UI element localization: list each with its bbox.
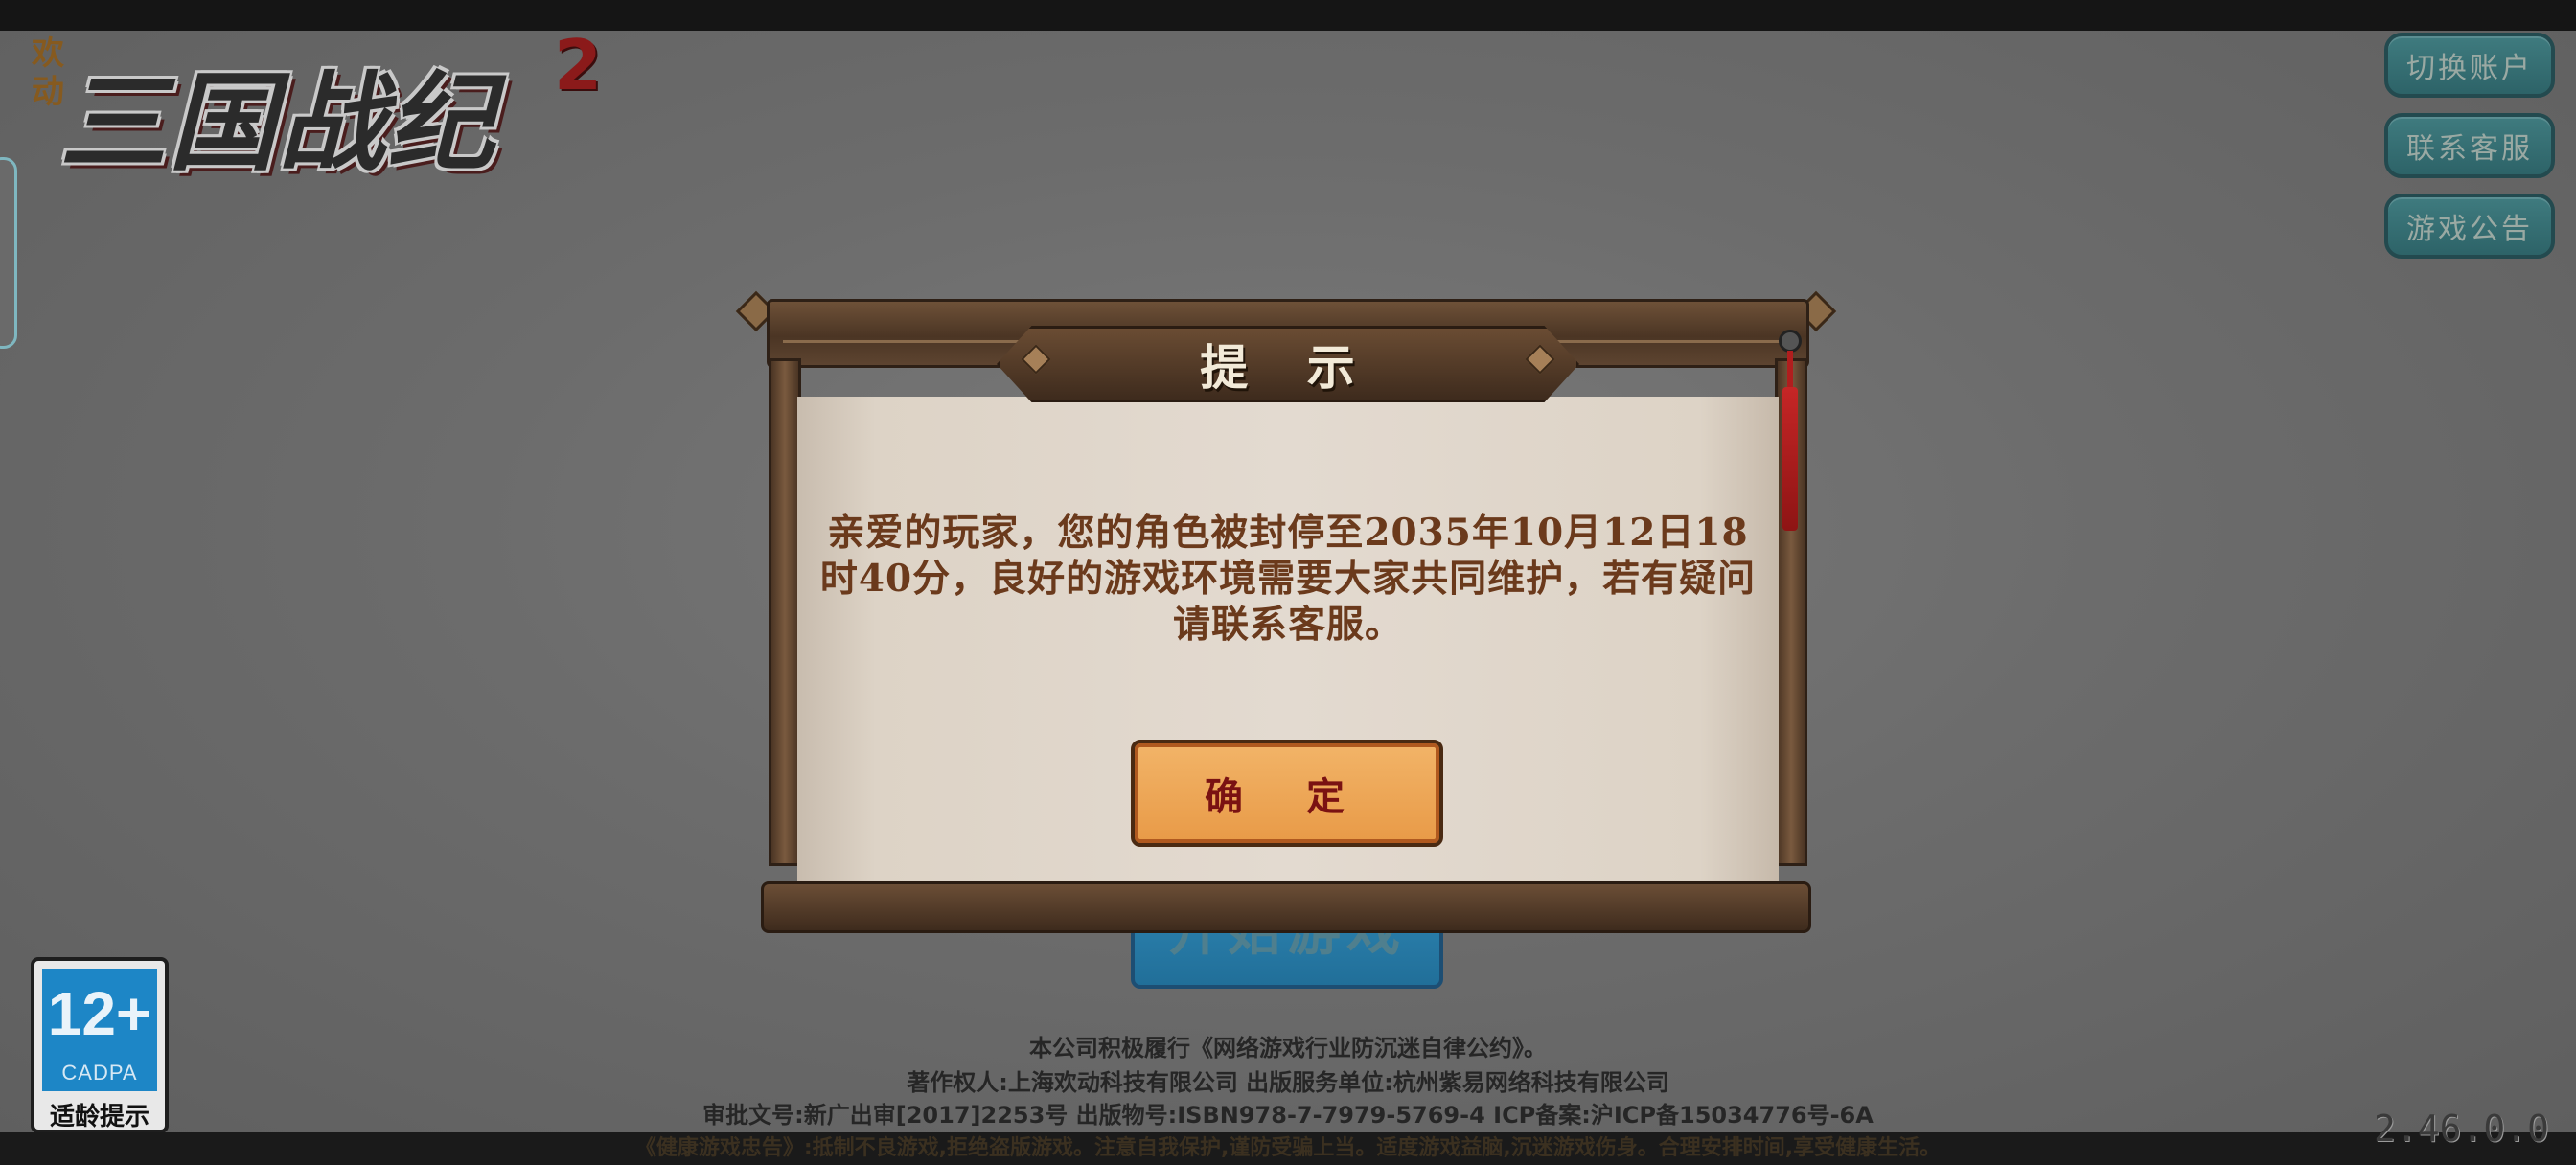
- confirm-button[interactable]: 确 定: [1131, 740, 1443, 847]
- footer-license-line: 审批文号:新广出审[2017]2253号 出版物号:ISBN978-7-7979…: [702, 1102, 1874, 1129]
- dialog-left-post: [769, 358, 801, 866]
- logo-title-text: 三国战纪: [59, 60, 496, 186]
- dialog-title: 提 示: [1200, 339, 1376, 396]
- contact-support-button[interactable]: 联系客服: [2384, 113, 2555, 178]
- dialog-bottom-beam: [761, 881, 1811, 933]
- footer-copyright-line: 著作权人:上海欢动科技有限公司 出版服务单位:杭州紫易网络科技有限公司: [907, 1069, 1669, 1096]
- announcement-button[interactable]: 游戏公告: [2384, 194, 2555, 259]
- confirm-button-label: 确 定: [1205, 774, 1369, 819]
- notice-dialog: 提 示 亲爱的玩家，您的角色被封停至2035年10月12日18时40分，良好的游…: [735, 290, 1838, 935]
- game-background: 欢动 三国战纪 2 切换账户 联系客服 游戏公告 开始游戏 12+ CADPA …: [0, 31, 2576, 1132]
- game-logo: 欢动 三国战纪 2: [21, 31, 615, 186]
- footer-compliance-line: 本公司积极履行《网络游戏行业防沉迷自律公约》。: [1029, 1035, 1547, 1062]
- version-label: 2.46.0.0: [2373, 1108, 2549, 1150]
- dialog-message: 亲爱的玩家，您的角色被封停至2035年10月12日18时40分，良好的游戏环境需…: [819, 511, 1757, 647]
- logo-number: 2: [554, 31, 603, 105]
- top-status-strip: [0, 0, 2576, 31]
- switch-account-button[interactable]: 切换账户: [2384, 33, 2555, 98]
- footer-health-advice: 《健康游戏忠告》:抵制不良游戏,拒绝盗版游戏。注意自我保护,谨防受骗上当。适度游…: [634, 1136, 1942, 1160]
- red-tassel-icon: [1779, 330, 1802, 560]
- left-edge-tab[interactable]: [0, 157, 17, 349]
